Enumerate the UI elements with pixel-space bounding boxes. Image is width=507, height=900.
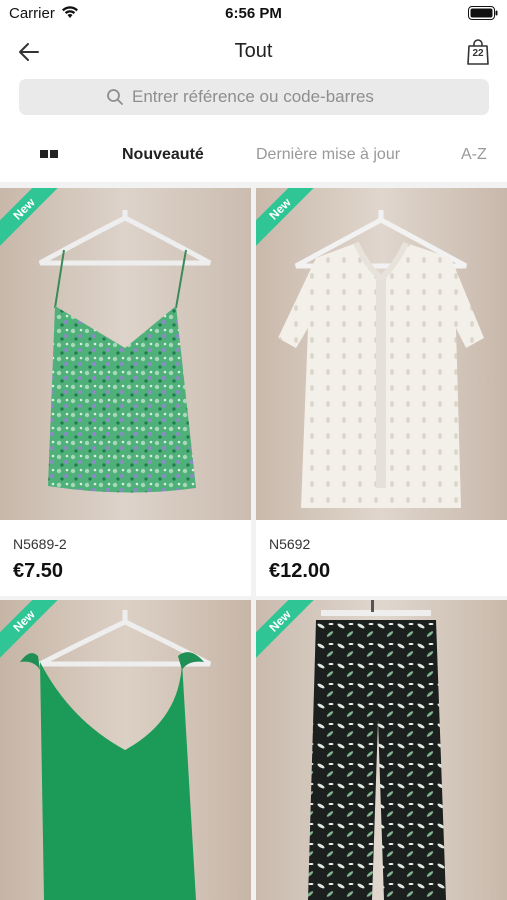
sort-tab-nouveaute[interactable]: Nouveauté xyxy=(122,146,204,164)
navigation-bar: Tout 22 xyxy=(0,28,507,76)
shopping-bag-button[interactable]: 22 xyxy=(467,39,489,65)
product-info: N5689-2 €7.50 xyxy=(0,520,251,596)
sort-tab-derniere-mise-a-jour[interactable]: Dernière mise à jour xyxy=(256,146,400,164)
status-bar: Carrier 6:56 PM xyxy=(0,0,507,28)
grid-view-icon xyxy=(40,150,48,158)
page-title: Tout xyxy=(234,40,273,62)
sort-tab-a-z[interactable]: A-Z xyxy=(461,146,487,164)
search-box[interactable] xyxy=(19,79,489,115)
product-price: €7.50 xyxy=(13,560,64,582)
product-card[interactable]: New xyxy=(256,600,507,900)
product-image: New xyxy=(0,600,251,900)
cart-count-badge: 22 xyxy=(472,48,484,59)
product-image: New xyxy=(256,188,507,520)
grid-view-icon xyxy=(50,150,58,158)
product-card[interactable]: New xyxy=(0,600,251,900)
search-icon xyxy=(107,89,123,105)
product-reference: N5689-2 xyxy=(13,536,67,552)
sort-bar: Nouveauté Dernière mise à jour A-Z xyxy=(0,128,507,182)
battery-icon xyxy=(468,6,498,20)
product-card[interactable]: New N5692 €12.00 xyxy=(256,188,507,596)
product-grid: New N5689-2 €7.50 New N5692 €12.00 New N… xyxy=(0,188,507,900)
product-info: N5692 €12.00 xyxy=(256,520,507,596)
search-area xyxy=(0,76,507,128)
product-image: New xyxy=(256,600,507,900)
status-time: 6:56 PM xyxy=(225,5,282,22)
product-card[interactable]: New N5689-2 €7.50 xyxy=(0,188,251,596)
search-input[interactable] xyxy=(132,87,402,107)
product-image: New xyxy=(0,188,251,520)
product-reference: N5692 xyxy=(269,536,311,552)
grid-layout-toggle[interactable] xyxy=(40,150,60,160)
product-price: €12.00 xyxy=(269,560,331,582)
